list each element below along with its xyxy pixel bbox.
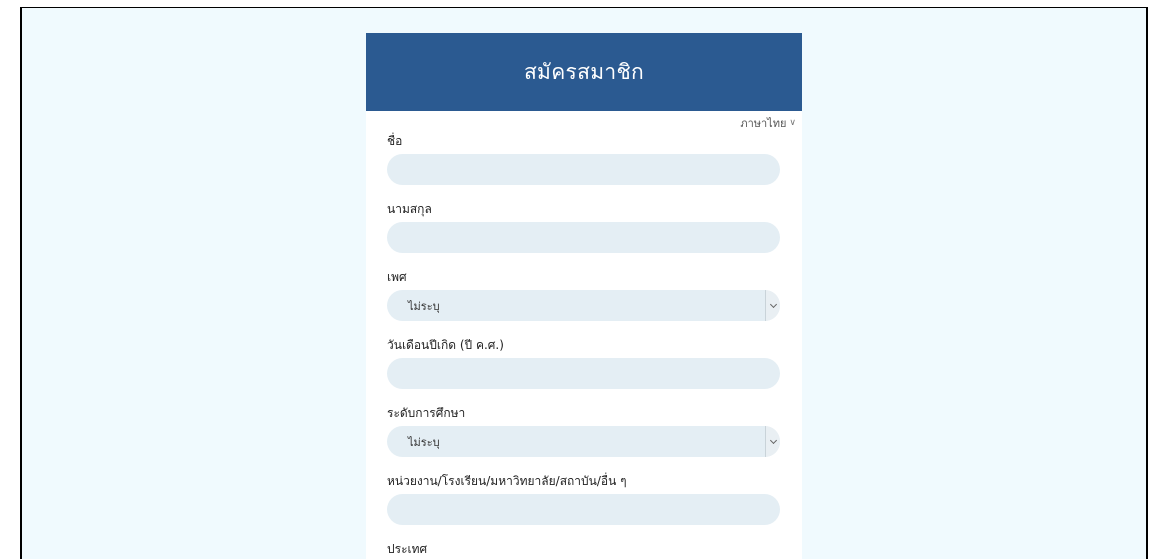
gender-select[interactable]: ไม่ระบุ — [387, 290, 780, 321]
gender-dropdown-button[interactable] — [765, 290, 780, 321]
education-select[interactable]: ไม่ระบุ — [387, 426, 780, 457]
education-dropdown-button[interactable] — [765, 426, 780, 457]
gender-group: เพศ ไม่ระบุ — [387, 267, 780, 321]
chevron-down-icon — [769, 436, 777, 445]
education-selected-value: ไม่ระบุ — [408, 435, 440, 449]
country-group: ประเทศ — [387, 539, 780, 559]
chevron-down-icon — [769, 300, 777, 309]
education-label: ระดับการศึกษา — [387, 406, 466, 420]
last-name-field[interactable] — [387, 222, 780, 253]
page-frame: สมัครสมาชิก ภาษาไทย ∨ ชื่อ นามสกุล เพศ ไ… — [20, 7, 1148, 559]
card-header: สมัครสมาชิก — [366, 33, 802, 111]
first-name-label: ชื่อ — [387, 134, 403, 148]
organization-field[interactable] — [387, 494, 780, 525]
language-selector[interactable]: ภาษาไทย ∨ — [740, 114, 796, 132]
first-name-field[interactable] — [387, 154, 780, 185]
registration-card: สมัครสมาชิก ภาษาไทย ∨ ชื่อ นามสกุล เพศ ไ… — [366, 33, 802, 559]
organization-group: หน่วยงาน/โรงเรียน/มหาวิทยาลัย/สถาบัน/อื่… — [387, 471, 780, 525]
first-name-group: ชื่อ — [387, 131, 780, 185]
birthdate-label: วันเดือนปีเกิด (ปี ค.ศ.) — [387, 338, 504, 352]
birthdate-field[interactable] — [387, 358, 780, 389]
last-name-group: นามสกุล — [387, 199, 780, 253]
birthdate-group: วันเดือนปีเกิด (ปี ค.ศ.) — [387, 335, 780, 389]
form-body: ชื่อ นามสกุล เพศ ไม่ระบุ วันเดือนปีเกิด … — [366, 131, 802, 559]
language-label: ภาษาไทย — [740, 117, 787, 130]
language-row: ภาษาไทย ∨ — [366, 111, 802, 131]
organization-label: หน่วยงาน/โรงเรียน/มหาวิทยาลัย/สถาบัน/อื่… — [387, 474, 627, 488]
education-group: ระดับการศึกษา ไม่ระบุ — [387, 403, 780, 457]
gender-label: เพศ — [387, 270, 407, 284]
page-title: สมัครสมาชิก — [523, 59, 645, 84]
gender-selected-value: ไม่ระบุ — [408, 299, 440, 313]
country-label: ประเทศ — [387, 542, 428, 556]
chevron-down-icon: ∨ — [789, 118, 796, 128]
last-name-label: นามสกุล — [387, 202, 432, 216]
